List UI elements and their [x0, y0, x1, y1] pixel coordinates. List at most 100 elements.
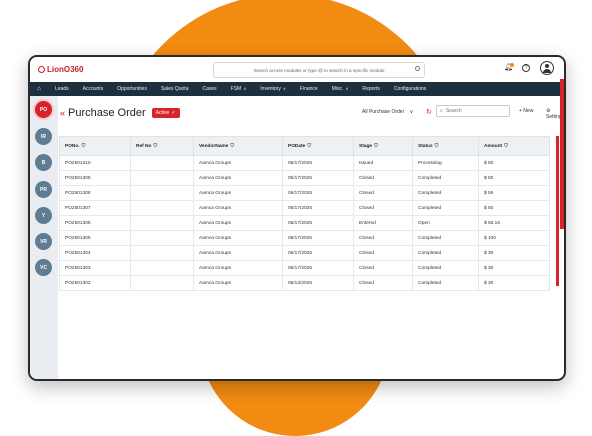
table-cell	[130, 155, 194, 171]
table-cell: Aamca Groups	[193, 215, 283, 231]
list-search-placeholder: Search	[445, 108, 462, 114]
column-header[interactable]: Ref No ⛉	[130, 136, 194, 156]
sidebar-item-vc[interactable]: VC	[35, 259, 52, 276]
status-badge-label: Active	[155, 110, 170, 116]
table-cell: Completed	[412, 275, 479, 291]
table-row[interactable]: PO2501306 Aamca Groups 06/17/2025 Entered Op…	[59, 215, 550, 231]
app-logo[interactable]: LionO360	[38, 65, 83, 74]
table-cell: Completed	[412, 170, 479, 186]
filter-icon[interactable]: ⛉	[230, 143, 234, 149]
column-header-label: Ref No	[136, 144, 152, 149]
table-cell: Completed	[412, 245, 479, 261]
global-search-input[interactable]: Search across modules or type @ to searc…	[213, 62, 425, 78]
table-cell: 06/17/2025	[282, 185, 354, 201]
refresh-icon[interactable]: ↻	[426, 108, 432, 116]
table-row[interactable]: PO2501303 Aamca Groups 06/17/2025 Closed Com…	[59, 260, 550, 276]
table-cell: Issued	[353, 155, 413, 171]
nav-item-inventory[interactable]: Inventory ∨	[253, 86, 293, 92]
nav-item-label: Inventory	[260, 86, 281, 92]
sidebar-item-po[interactable]: PO	[33, 99, 54, 120]
table-cell: $ 50	[478, 200, 550, 216]
nav-item-label: FSM	[230, 86, 242, 92]
nav-item-fsm[interactable]: FSM ∨	[224, 86, 254, 92]
column-header-label: PONo.	[65, 144, 80, 149]
vertical-scrollbar[interactable]	[556, 136, 559, 286]
nav-item-label: Misc.	[331, 86, 344, 92]
table-cell: Closed	[353, 185, 413, 201]
check-icon: ✓	[171, 110, 176, 116]
nav-item-reports[interactable]: Reports	[355, 86, 387, 92]
filter-icon[interactable]: ⛉	[307, 143, 311, 149]
nav-item-finance[interactable]: Finance	[293, 86, 325, 92]
table-row[interactable]: PO2501308 Aamca Groups 06/17/2025 Closed Com…	[59, 185, 550, 201]
user-avatar[interactable]	[540, 61, 554, 75]
table-cell: 06/17/2025	[282, 155, 354, 171]
module-sidebar: PO IR B PR Y VR VC	[30, 96, 58, 379]
table-cell: PO2501305	[59, 230, 131, 246]
column-header-label: Amount	[484, 144, 503, 149]
nav-item-label: Finance	[299, 86, 318, 92]
nav-item-leads[interactable]: Leads	[48, 86, 76, 92]
global-search-placeholder: Search across modules or type @ to searc…	[253, 67, 385, 73]
column-header[interactable]: Stage ⛉	[353, 136, 413, 156]
column-header-label: Status	[418, 144, 433, 149]
table-cell: Aamca Groups	[193, 185, 283, 201]
nav-item-label: Reports	[362, 86, 380, 92]
column-header[interactable]: Status ⛉	[412, 136, 479, 156]
sidebar-item-ir[interactable]: IR	[35, 128, 52, 145]
table-cell: 06/17/2025	[282, 200, 354, 216]
nav-item-misc[interactable]: Misc. ∨	[325, 86, 356, 92]
column-header[interactable]: PODate ⛉	[282, 136, 354, 156]
table-row[interactable]: PO2501305 Aamca Groups 06/17/2025 Closed Com…	[59, 230, 550, 246]
table-cell	[130, 200, 194, 216]
nav-item-sales-quota[interactable]: Sales Quota	[154, 86, 196, 92]
table-row[interactable]: PO2501310 Aamca Groups 06/17/2025 Issued Pro…	[59, 155, 550, 171]
sidebar-item-pr[interactable]: PR	[35, 181, 52, 198]
sidebar-item-b[interactable]: B	[35, 154, 52, 171]
chevron-down-icon: ∨	[281, 86, 286, 91]
table-cell	[130, 185, 194, 201]
table-cell: $ 30	[478, 275, 550, 291]
table-row[interactable]: PO2501302 Aamca Groups 06/13/2025 Closed Com…	[59, 275, 550, 291]
column-header[interactable]: Amount ⛉	[478, 136, 550, 156]
table-cell: Closed	[353, 170, 413, 186]
home-icon[interactable]: ⌂	[30, 86, 48, 92]
table-cell: 06/17/2025	[282, 230, 354, 246]
table-row[interactable]: PO2501309 Aamca Groups 06/17/2025 Closed Com…	[59, 170, 550, 186]
collapse-icon[interactable]: «	[60, 108, 65, 118]
help-icon[interactable]: ?	[522, 64, 530, 72]
nav-item-accounts[interactable]: Accounts	[76, 86, 111, 92]
filter-icon[interactable]: ⛉	[504, 143, 508, 149]
table-cell: Aamca Groups	[193, 230, 283, 246]
list-search-input[interactable]: ⌕ Search	[436, 105, 510, 117]
table-header-row: PONo. ⛉ Ref No ⛉ VendorName ⛉ PODate ⛉ Stage ⛉ Sta…	[59, 136, 550, 156]
nav-item-cases[interactable]: Cases	[195, 86, 223, 92]
history-icon[interactable]	[415, 66, 420, 71]
column-header[interactable]: VendorName ⛉	[193, 136, 283, 156]
filter-icon[interactable]: ⛉	[153, 143, 157, 149]
new-button[interactable]: + New	[519, 108, 533, 114]
table-cell: $ 50	[478, 170, 550, 186]
table-cell: Completed	[412, 230, 479, 246]
nav-item-label: Leads	[55, 86, 69, 92]
table-cell: Open	[412, 215, 479, 231]
sidebar-item-vr[interactable]: VR	[35, 233, 52, 250]
filter-icon[interactable]: ⛉	[82, 143, 86, 149]
page-header: « Purchase Order Active ✓ All Purchase O…	[60, 104, 564, 122]
nav-item-opportunities[interactable]: Opportunities	[110, 86, 154, 92]
page-title: Purchase Order	[68, 107, 146, 119]
notification-bell-icon[interactable]: 🔔︎	[504, 63, 514, 72]
table-cell: Aamca Groups	[193, 245, 283, 261]
table-row[interactable]: PO2501304 Aamca Groups 06/17/2025 Closed Com…	[59, 245, 550, 261]
view-select[interactable]: All Purchase Order ∨	[362, 109, 413, 115]
filter-icon[interactable]: ⛉	[374, 143, 378, 149]
table-row[interactable]: PO2501307 Aamca Groups 06/17/2025 Closed Com…	[59, 200, 550, 216]
sidebar-item-y[interactable]: Y	[35, 207, 52, 224]
column-header[interactable]: PONo. ⛉	[59, 136, 131, 156]
table-body: PO2501310 Aamca Groups 06/17/2025 Issued Pro…	[59, 155, 550, 291]
status-badge[interactable]: Active ✓	[151, 108, 180, 118]
nav-item-configurations[interactable]: Configurations	[387, 86, 433, 92]
main-nav: ⌂ Leads Accounts Opportunities Sales Quota C…	[30, 82, 564, 96]
nav-item-label: Sales Quota	[160, 86, 189, 92]
filter-icon[interactable]: ⛉	[435, 143, 439, 149]
